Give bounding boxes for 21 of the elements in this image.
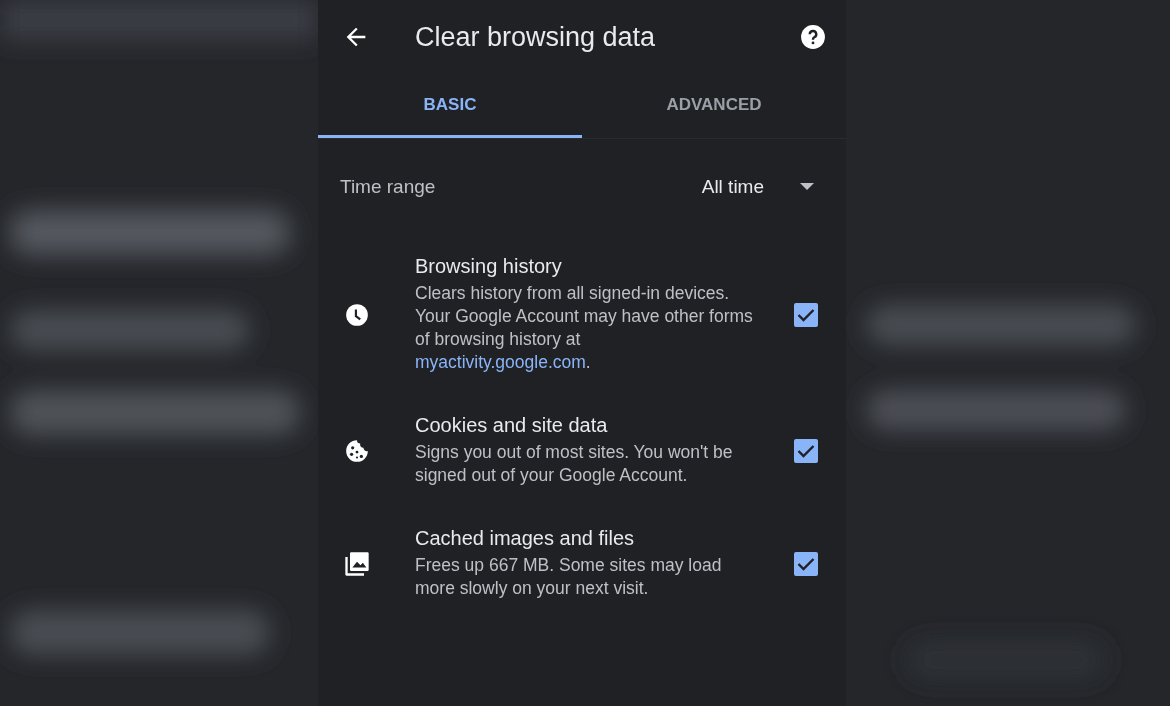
checkbox[interactable] — [794, 551, 818, 576]
option-description: Frees up 667 MB. Some sites may load more slowly on your next visit. — [415, 554, 723, 600]
activity-link[interactable]: myactivity.google.com — [415, 352, 586, 372]
clock-icon — [344, 301, 370, 328]
images-icon — [343, 549, 371, 578]
checkbox[interactable] — [794, 438, 818, 463]
help-icon — [800, 24, 826, 50]
option-title: Cached images and files — [415, 527, 635, 550]
time-range-label: Time range — [340, 176, 437, 198]
tab[interactable]: ADVANCED — [582, 74, 846, 138]
option-description: Clears history from all signed-in devices. Your Google Account may have other forms of browsing history at myactivity.google.com. — [415, 282, 753, 374]
page-title: Clear browsing data — [415, 21, 657, 53]
time-range-dropdown[interactable]: All time — [701, 176, 814, 198]
checkbox[interactable] — [794, 302, 818, 327]
option-description: Signs you out of most sites. You won't be signed out of your Google Account. — [415, 441, 734, 487]
cookie-icon — [344, 437, 370, 464]
option-title: Cookies and site data — [415, 414, 609, 437]
dropdown-caret-icon — [800, 183, 814, 191]
option-title: Browsing history — [415, 255, 563, 278]
help-button[interactable] — [800, 24, 826, 50]
tab[interactable]: BASIC — [318, 74, 582, 138]
